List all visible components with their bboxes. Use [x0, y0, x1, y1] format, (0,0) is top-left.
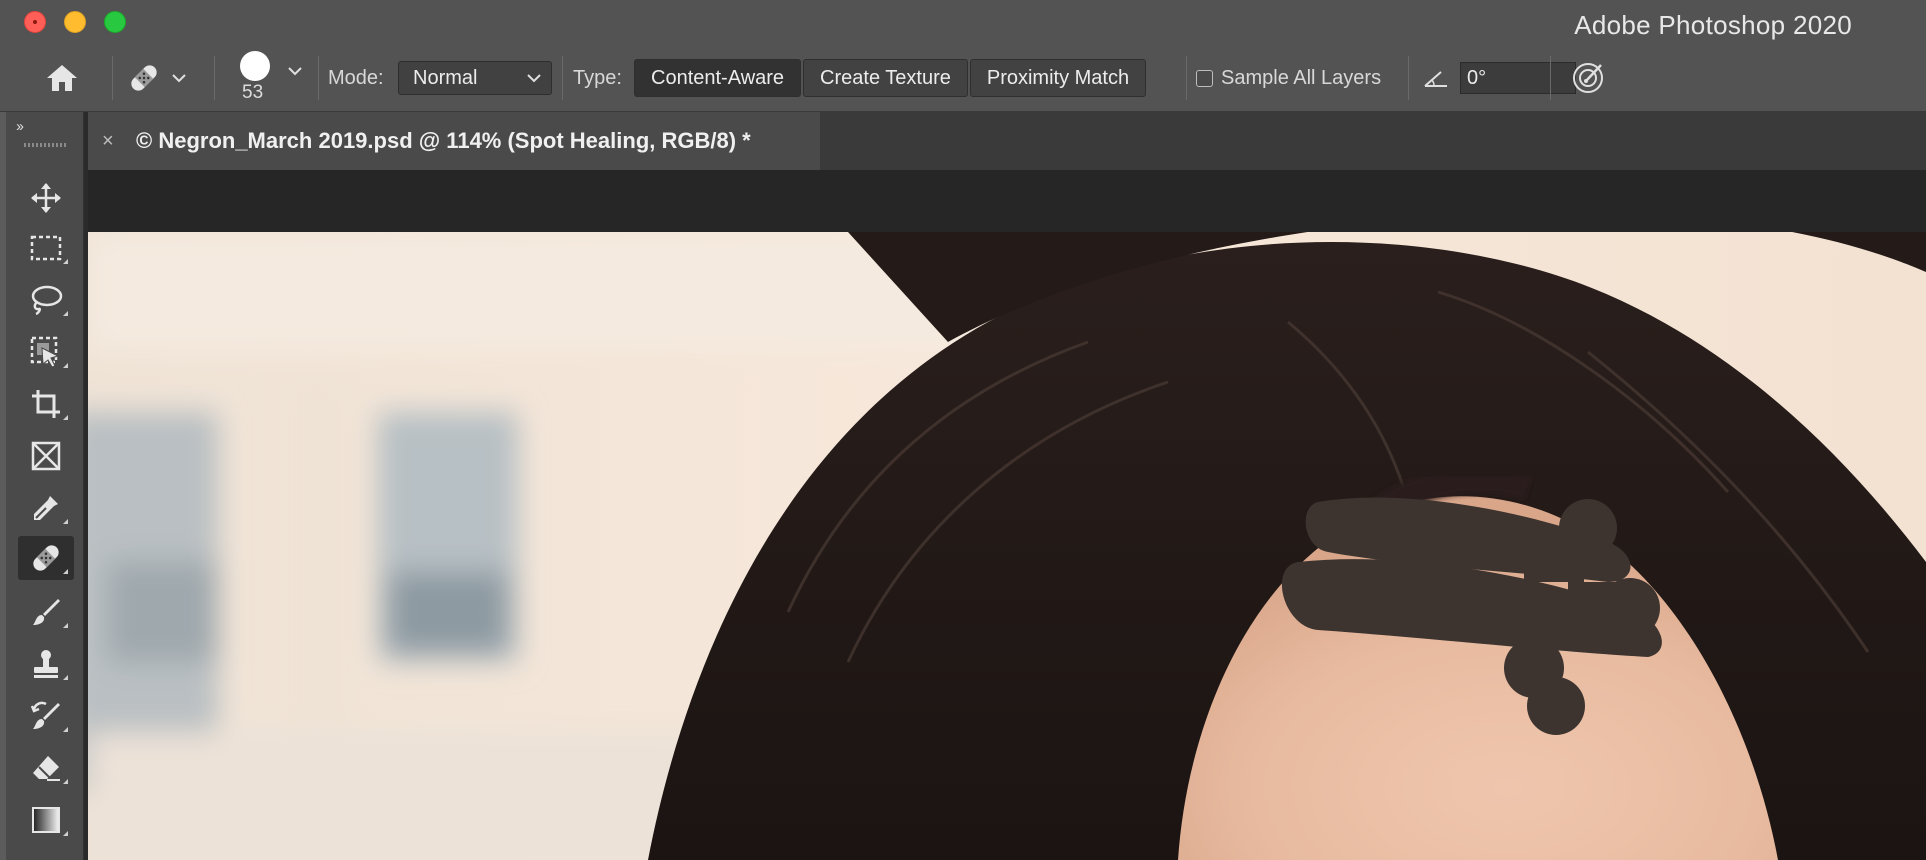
- close-tab-icon[interactable]: ×: [102, 130, 124, 153]
- object-selection-tool[interactable]: [18, 330, 74, 374]
- mode-value: Normal: [413, 66, 478, 89]
- marquee-icon: [30, 235, 62, 261]
- eyedropper-tool[interactable]: [18, 486, 74, 530]
- type-content-aware-button[interactable]: Content-Aware: [634, 59, 802, 97]
- rectangular-marquee-tool[interactable]: [18, 226, 74, 270]
- sample-all-layers-toggle[interactable]: Sample All Layers: [1196, 58, 1381, 98]
- minimize-window-button[interactable]: [64, 11, 86, 33]
- photo: [88, 232, 1926, 860]
- eraser-icon: [33, 756, 60, 781]
- sample-all-layers-label: Sample All Layers: [1221, 66, 1382, 89]
- panel-grip[interactable]: [24, 143, 66, 147]
- brush-angle-control: 0°: [1422, 58, 1576, 98]
- gradient-icon: [32, 807, 60, 833]
- stamp-icon: [34, 650, 58, 678]
- document-canvas[interactable]: [88, 232, 1926, 860]
- gradient-tool[interactable]: [18, 798, 74, 842]
- frame-icon: [31, 441, 61, 471]
- brush-tool[interactable]: [18, 590, 74, 634]
- chevron-down-icon: [527, 74, 541, 83]
- tool-group-indicator: [63, 363, 68, 368]
- chevron-down-icon: [172, 74, 186, 83]
- tool-group-indicator: [63, 311, 68, 316]
- brush-tip-preview: [240, 51, 270, 81]
- separator: [1550, 56, 1551, 100]
- pasteboard: [88, 170, 1926, 232]
- collapse-panel-icon[interactable]: ››: [16, 118, 24, 135]
- type-proximity-match-button[interactable]: Proximity Match: [969, 59, 1147, 97]
- home-icon: [47, 65, 77, 91]
- pressure-size-button[interactable]: [1570, 58, 1606, 98]
- sample-all-layers-checkbox[interactable]: [1196, 69, 1213, 87]
- move-icon: [31, 183, 61, 213]
- close-window-button[interactable]: [24, 11, 46, 33]
- tool-group-indicator: [63, 779, 68, 784]
- tool-group-indicator: [63, 623, 68, 628]
- document-tab[interactable]: × © Negron_March 2019.psd @ 114% (Spot H…: [88, 112, 820, 170]
- crop-icon: [32, 390, 60, 418]
- lasso-icon: [31, 285, 63, 316]
- document-tab-title: © Negron_March 2019.psd @ 114% (Spot Hea…: [136, 128, 751, 153]
- bandage-icon: [33, 545, 59, 571]
- tool-group-indicator: [63, 519, 68, 524]
- separator: [1408, 56, 1409, 100]
- type-label: Type:: [573, 66, 622, 89]
- crop-tool[interactable]: [18, 382, 74, 426]
- bandage-icon: [131, 65, 157, 91]
- tool-group-indicator: [63, 727, 68, 732]
- lasso-tool[interactable]: [18, 278, 74, 322]
- separator: [112, 56, 113, 100]
- separator: [562, 56, 563, 100]
- separator: [318, 56, 319, 100]
- spot-healing-brush-tool[interactable]: [18, 536, 74, 580]
- pressure-icon: [1573, 63, 1603, 93]
- move-tool[interactable]: [18, 176, 74, 220]
- frame-tool[interactable]: [18, 434, 74, 478]
- history-brush-tool[interactable]: [18, 694, 74, 738]
- angle-input[interactable]: 0°: [1460, 62, 1576, 94]
- mode-select[interactable]: Normal: [398, 61, 552, 95]
- photoshop-window: Adobe Photoshop 2020 53 Mode: Normal Typ…: [0, 0, 1926, 860]
- separator: [1186, 56, 1187, 100]
- tool-group-indicator: [63, 569, 68, 574]
- object-selection-icon: [30, 336, 60, 368]
- type-create-texture-button[interactable]: Create Texture: [803, 59, 968, 97]
- type-segmented-control: Content-Aware Create Texture Proximity M…: [634, 59, 1147, 97]
- document-tab-bar: × © Negron_March 2019.psd @ 114% (Spot H…: [88, 112, 1926, 170]
- mode-label: Mode:: [328, 66, 384, 89]
- title-and-options-bar: Adobe Photoshop 2020 53 Mode: Normal Typ…: [0, 0, 1926, 112]
- clone-stamp-tool[interactable]: [18, 642, 74, 686]
- eyedropper-icon: [34, 496, 58, 520]
- home-button[interactable]: [42, 58, 82, 98]
- zoom-window-button[interactable]: [104, 11, 126, 33]
- tool-group-indicator: [63, 415, 68, 420]
- brush-icon: [33, 599, 60, 625]
- angle-icon: [1424, 71, 1447, 87]
- tool-group-indicator: [63, 675, 68, 680]
- history-brush-icon: [30, 701, 60, 729]
- tool-group-indicator: [63, 259, 68, 264]
- app-title: Adobe Photoshop 2020: [1574, 10, 1852, 40]
- eraser-tool[interactable]: [18, 746, 74, 790]
- tool-preset-picker[interactable]: [126, 58, 196, 98]
- separator: [214, 56, 215, 100]
- brush-preset-picker[interactable]: 53: [236, 51, 306, 103]
- brush-size-value: 53: [242, 82, 264, 103]
- chevron-down-icon: [288, 67, 302, 76]
- tool-group-indicator: [63, 831, 68, 836]
